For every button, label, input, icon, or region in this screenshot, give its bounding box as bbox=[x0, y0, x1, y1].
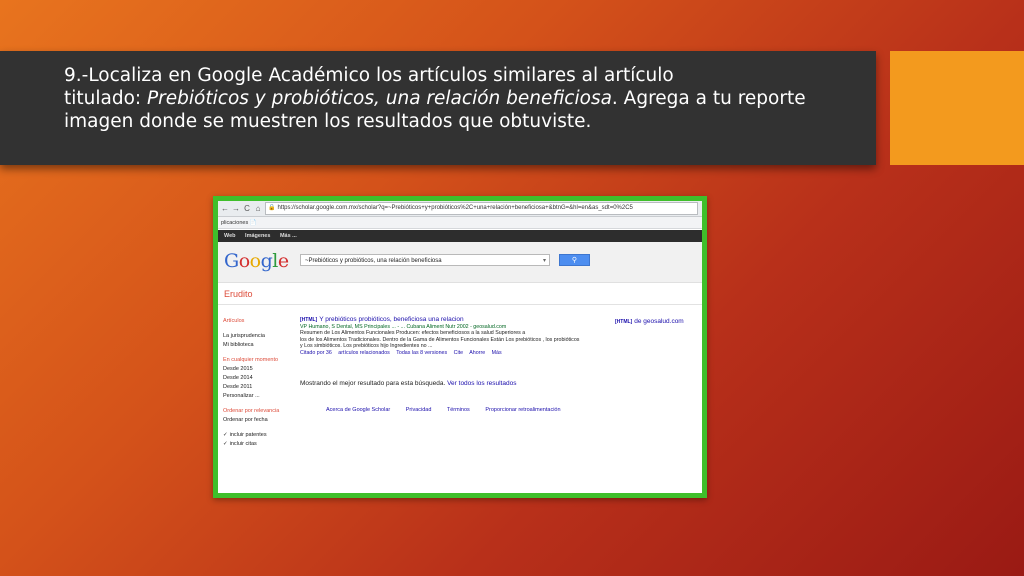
scholar-header: Google ~Prebióticos y probióticos, una r… bbox=[218, 242, 702, 283]
gbar-more[interactable]: Más ... bbox=[280, 233, 297, 239]
search-button[interactable]: ⚲ bbox=[559, 254, 590, 266]
logo-letter: o bbox=[238, 250, 250, 272]
magnifier-icon: ⚲ bbox=[571, 257, 578, 264]
logo-letter: o bbox=[249, 250, 261, 272]
result-title: Y prebióticos probióticos, beneficiosa u… bbox=[319, 316, 464, 323]
cite-link[interactable]: Cite bbox=[454, 350, 463, 356]
checkmark-icon: ✓ bbox=[223, 432, 228, 438]
title-line-2-suffix: . Agrega a tu reporte bbox=[611, 88, 806, 109]
browser-toolbar: ← → C ⌂ 🔒 https://scholar.google.com.mx/s… bbox=[218, 201, 702, 217]
gbar-web[interactable]: Web bbox=[224, 233, 236, 239]
showing-message: Mostrando el mejor resultado para esta b… bbox=[300, 380, 516, 387]
accent-box bbox=[890, 51, 1024, 165]
url-text: https://scholar.google.com.mx/scholar?q=… bbox=[277, 205, 633, 211]
title-line-2-prefix: titulado: bbox=[64, 88, 148, 109]
save-link[interactable]: Ahorre bbox=[469, 350, 485, 356]
sidebar: Artículos La jurisprudencia Mi bibliotec… bbox=[223, 317, 293, 449]
result-actions: Citado por 36 artículos relacionados Tod… bbox=[300, 350, 694, 356]
sidebar-item-since-2015[interactable]: Desde 2015 bbox=[223, 365, 293, 374]
checkmark-icon: ✓ bbox=[223, 441, 228, 447]
bookmark-item[interactable]: plicaciones bbox=[221, 220, 248, 226]
html-tag: [HTML] bbox=[300, 317, 318, 323]
title-line-3: imagen donde se muestren los resultados … bbox=[64, 111, 592, 132]
sidebar-item-include-patents[interactable]: ✓ incluir patentes bbox=[223, 431, 293, 440]
see-all-results-link[interactable]: Ver todos los resultados bbox=[447, 380, 516, 387]
google-logo[interactable]: Google bbox=[224, 250, 289, 272]
all-versions-link[interactable]: Todas las 8 versiones bbox=[396, 350, 447, 356]
logo-letter: g bbox=[260, 250, 273, 272]
sidebar-item-articles[interactable]: Artículos bbox=[223, 317, 293, 326]
footer-feedback-link[interactable]: Proporcionar retroalimentación bbox=[485, 407, 560, 413]
section-label: Erudito bbox=[224, 289, 253, 299]
article-title: Prebióticos y probióticos, una relación … bbox=[147, 88, 612, 109]
sidebar-item-my-library[interactable]: Mi biblioteca bbox=[223, 341, 293, 350]
back-arrow-icon[interactable]: ← bbox=[221, 204, 229, 213]
sidebar-item-case-law[interactable]: La jurisprudencia bbox=[223, 332, 293, 341]
scholar-footer: Acerca de Google Scholar Privacidad Térm… bbox=[326, 407, 575, 413]
bookmarks-bar: plicaciones 📄 bbox=[218, 217, 702, 229]
scholar-screenshot: ← → C ⌂ 🔒 https://scholar.google.com.mx/s… bbox=[218, 201, 702, 493]
gbar-images[interactable]: Imágenes bbox=[245, 233, 270, 239]
include-citations-label: incluir citas bbox=[229, 441, 257, 447]
logo-letter: e bbox=[277, 250, 289, 272]
address-bar[interactable]: 🔒 https://scholar.google.com.mx/scholar?q… bbox=[265, 202, 698, 215]
footer-about-link[interactable]: Acerca de Google Scholar bbox=[326, 407, 390, 413]
forward-arrow-icon[interactable]: → bbox=[232, 204, 240, 213]
search-result: [HTML] Y prebióticos probióticos, benefic… bbox=[300, 316, 694, 356]
sidebar-item-since-2014[interactable]: Desde 2014 bbox=[223, 374, 293, 383]
dropdown-caret-icon[interactable]: ▾ bbox=[543, 255, 546, 267]
google-bar: Web Imágenes Más ... bbox=[218, 230, 702, 242]
include-patents-label: incluir patentes bbox=[229, 432, 267, 438]
result-title-link[interactable]: [HTML] Y prebióticos probióticos, benefic… bbox=[300, 316, 694, 324]
search-value: ~Prebióticos y probióticos, una relación… bbox=[305, 258, 442, 264]
home-icon[interactable]: ⌂ bbox=[254, 204, 262, 213]
title-line-2: titulado: Prebióticos y probióticos, una… bbox=[64, 87, 864, 110]
footer-privacy-link[interactable]: Privacidad bbox=[406, 407, 432, 413]
reload-icon[interactable]: C bbox=[243, 204, 251, 213]
cited-by-link[interactable]: Citado por 36 bbox=[300, 350, 332, 356]
search-input[interactable]: ~Prebióticos y probióticos, una relación… bbox=[300, 254, 550, 266]
related-articles-link[interactable]: artículos relacionados bbox=[338, 350, 390, 356]
sidebar-item-custom-range[interactable]: Personalizar ... bbox=[223, 392, 293, 401]
divider bbox=[218, 304, 702, 305]
page-icon: 📄 bbox=[249, 220, 257, 226]
lock-icon: 🔒 bbox=[268, 205, 276, 211]
sidebar-item-sort-date[interactable]: Ordenar por fecha bbox=[223, 416, 293, 425]
slide-title: 9.-Localiza en Google Académico los artí… bbox=[64, 64, 864, 133]
title-line-1: 9.-Localiza en Google Académico los artí… bbox=[64, 65, 674, 86]
showing-text: Mostrando el mejor resultado para esta b… bbox=[300, 380, 446, 387]
screenshot-frame: ← → C ⌂ 🔒 https://scholar.google.com.mx/s… bbox=[213, 196, 707, 498]
sidebar-item-sort-relevance[interactable]: Ordenar por relevancia bbox=[223, 407, 293, 416]
logo-letter: G bbox=[224, 250, 239, 272]
sidebar-item-any-time[interactable]: En cualquier momento bbox=[223, 356, 293, 365]
sidebar-item-include-citations[interactable]: ✓ incluir citas bbox=[223, 440, 293, 449]
sidebar-item-since-2011[interactable]: Desde 2011 bbox=[223, 383, 293, 392]
more-link[interactable]: Más bbox=[492, 350, 502, 356]
footer-terms-link[interactable]: Términos bbox=[447, 407, 470, 413]
